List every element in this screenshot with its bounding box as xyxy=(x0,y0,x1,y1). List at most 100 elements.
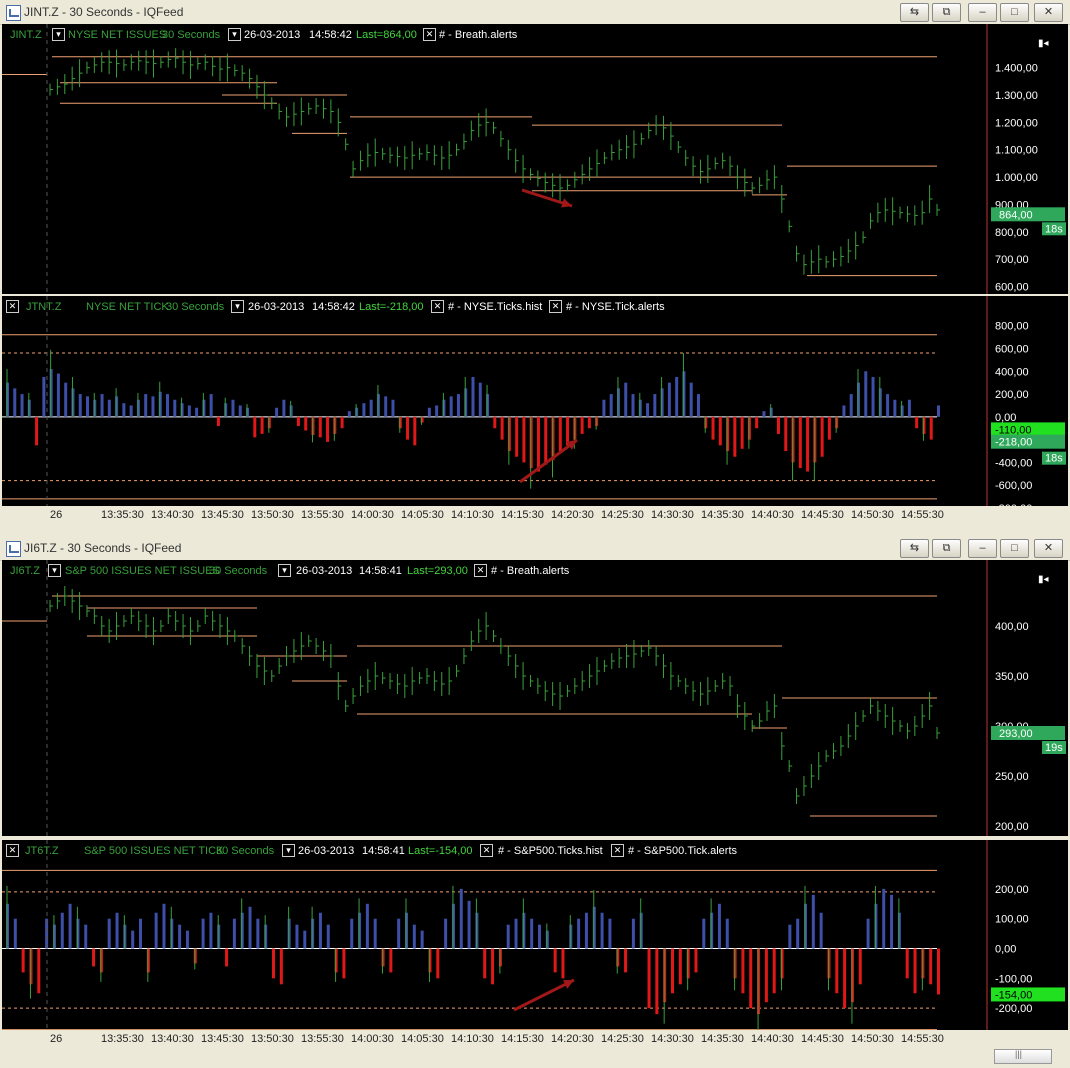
top-tick-plot: 800,00600,00400,00200,000,00-200,00-400,… xyxy=(2,296,1066,506)
tick-bar xyxy=(558,416,562,452)
tile-window-button[interactable]: ⧉ xyxy=(932,3,961,22)
tick-bar xyxy=(304,416,308,431)
tick-bar xyxy=(483,948,487,979)
bottom-tick-header: ✕ JT6T.Z S&P 500 ISSUES NET TICK 30 Seco… xyxy=(2,840,962,862)
time-axis-label: 13:55:30 xyxy=(301,509,344,521)
time: 14:58:41 xyxy=(362,845,405,857)
tick-bar xyxy=(232,918,236,949)
close-button[interactable]: ✕ xyxy=(1034,539,1063,558)
window-title: JI6T.Z - 30 Seconds - IQFeed xyxy=(24,541,182,555)
y-axis-label: -400,00 xyxy=(995,457,1032,469)
close-icon[interactable]: ✕ xyxy=(6,844,19,857)
value-tag: -110,00 xyxy=(995,424,1032,436)
tick-bar xyxy=(667,382,671,417)
tick-bar xyxy=(318,416,322,438)
tick-bar xyxy=(260,416,264,434)
bottom-window-titlebar[interactable]: JI6T.Z - 30 Seconds - IQFeed ⇆ ⧉ ‒ □ ✕ xyxy=(0,536,1070,561)
tick-bar xyxy=(444,918,448,949)
bottom-tick-chart[interactable]: 200,00100,000,00-100,00-200,00-300,00-15… xyxy=(2,840,1068,1030)
tick-bar xyxy=(68,903,72,949)
dropdown-icon[interactable]: ▾ xyxy=(231,300,244,313)
close-button[interactable]: ✕ xyxy=(1034,3,1063,22)
maximize-button[interactable]: □ xyxy=(1000,3,1029,22)
time-axis-label: 14:20:30 xyxy=(551,1033,594,1045)
dropdown-icon[interactable]: ▾ xyxy=(282,844,295,857)
horizontal-scrollbar-thumb[interactable] xyxy=(994,1049,1052,1064)
dropdown-icon[interactable]: ▾ xyxy=(228,28,241,41)
top-tick-chart[interactable]: 800,00600,00400,00200,000,00-200,00-400,… xyxy=(2,296,1068,506)
top-window-titlebar[interactable]: JINT.Z - 30 Seconds - IQFeed ⇆ ⧉ ‒ □ ✕ xyxy=(0,0,1070,25)
date: 26-03-2013 xyxy=(298,845,355,857)
tick-bar xyxy=(671,948,674,994)
y-axis-label: -600,00 xyxy=(995,480,1032,492)
tick-bar xyxy=(819,912,823,949)
bottom-breadth-chart[interactable]: 400,00350,00300,00250,00200,00293,0019s▮… xyxy=(2,560,1068,836)
tile-window-button[interactable]: ⧉ xyxy=(932,539,961,558)
tick-bar xyxy=(272,948,275,979)
tick-bar xyxy=(209,394,213,417)
tick-bar xyxy=(522,416,526,463)
minimize-button[interactable]: ‒ xyxy=(968,539,997,558)
y-axis-label: 400,00 xyxy=(995,366,1029,378)
time-axis-label: 26 xyxy=(50,1033,63,1045)
tick-bar xyxy=(201,918,205,949)
tick-bar xyxy=(755,416,759,429)
time-axis-label: 14:25:30 xyxy=(601,509,644,521)
tick-bar xyxy=(35,416,39,446)
top-breadth-chart[interactable]: 1.400,00 1.300,00 1.200,00 1.100,00 1.000,00… xyxy=(2,24,1068,294)
tick-bar xyxy=(741,948,745,994)
link-window-button[interactable]: ⇆ xyxy=(900,3,929,22)
tick-bar xyxy=(107,918,111,949)
time-axis-label: 14:15:30 xyxy=(501,509,544,521)
minimize-button[interactable]: ‒ xyxy=(968,3,997,22)
close-icon[interactable]: ✕ xyxy=(549,300,562,313)
tick-bar xyxy=(86,396,90,417)
time-axis-label: 14:35:30 xyxy=(701,509,744,521)
close-icon[interactable]: ✕ xyxy=(423,28,436,41)
tick-bar xyxy=(536,416,540,472)
annotation-arrow xyxy=(513,978,575,1012)
tick-bar xyxy=(866,918,870,949)
bottom-tick-plot: 200,00100,000,00-100,00-200,00-300,00-15… xyxy=(2,840,1065,1030)
maximize-button[interactable]: □ xyxy=(1000,539,1029,558)
tick-bar xyxy=(577,918,581,949)
tick-bar xyxy=(248,906,252,949)
close-icon[interactable]: ✕ xyxy=(6,300,19,313)
tick-bar xyxy=(871,376,875,417)
time-axis-label: 14:10:30 xyxy=(451,509,494,521)
close-icon[interactable]: ✕ xyxy=(611,844,624,857)
tick-bar xyxy=(64,382,68,417)
tick-bar xyxy=(905,948,909,979)
tick-bar xyxy=(256,918,260,949)
tick-bar xyxy=(238,405,242,417)
time-axis-label: 14:40:30 xyxy=(751,509,794,521)
tick-bar xyxy=(282,399,286,417)
tick-bar xyxy=(718,416,722,446)
close-icon[interactable]: ✕ xyxy=(431,300,444,313)
bottom-time-axis: 26 13:35:30 13:40:30 13:45:30 13:50:30 13:55:… xyxy=(2,1030,1068,1048)
tick-bar xyxy=(436,948,440,979)
hist-label: # - NYSE.Ticks.hist xyxy=(448,301,543,313)
tick-bar xyxy=(225,948,229,967)
tick-bar xyxy=(389,948,393,973)
time-axis-label: 14:15:30 xyxy=(501,1033,544,1045)
close-icon[interactable]: ✕ xyxy=(474,564,487,577)
dropdown-icon[interactable]: ▾ xyxy=(48,564,61,577)
link-window-button[interactable]: ⇆ xyxy=(900,539,929,558)
dropdown-icon[interactable]: ▾ xyxy=(278,564,291,577)
y-axis-label: 600,00 xyxy=(995,343,1029,355)
time: 14:58:41 xyxy=(359,565,402,577)
tick-bar xyxy=(811,894,815,949)
tick-bar xyxy=(835,948,839,994)
tick-bar xyxy=(655,948,659,1015)
time-axis-label: 13:35:30 xyxy=(101,1033,144,1045)
tick-bar xyxy=(937,405,940,417)
close-icon[interactable]: ✕ xyxy=(480,844,493,857)
time-axis-label: 13:45:30 xyxy=(201,1033,244,1045)
tick-bar xyxy=(740,416,744,449)
tick-bar xyxy=(915,416,919,429)
dropdown-icon[interactable]: ▾ xyxy=(52,28,65,41)
y-axis-label: 1.100,00 xyxy=(995,145,1038,157)
tick-bar xyxy=(514,918,518,949)
symbol: JINT.Z xyxy=(10,29,42,41)
